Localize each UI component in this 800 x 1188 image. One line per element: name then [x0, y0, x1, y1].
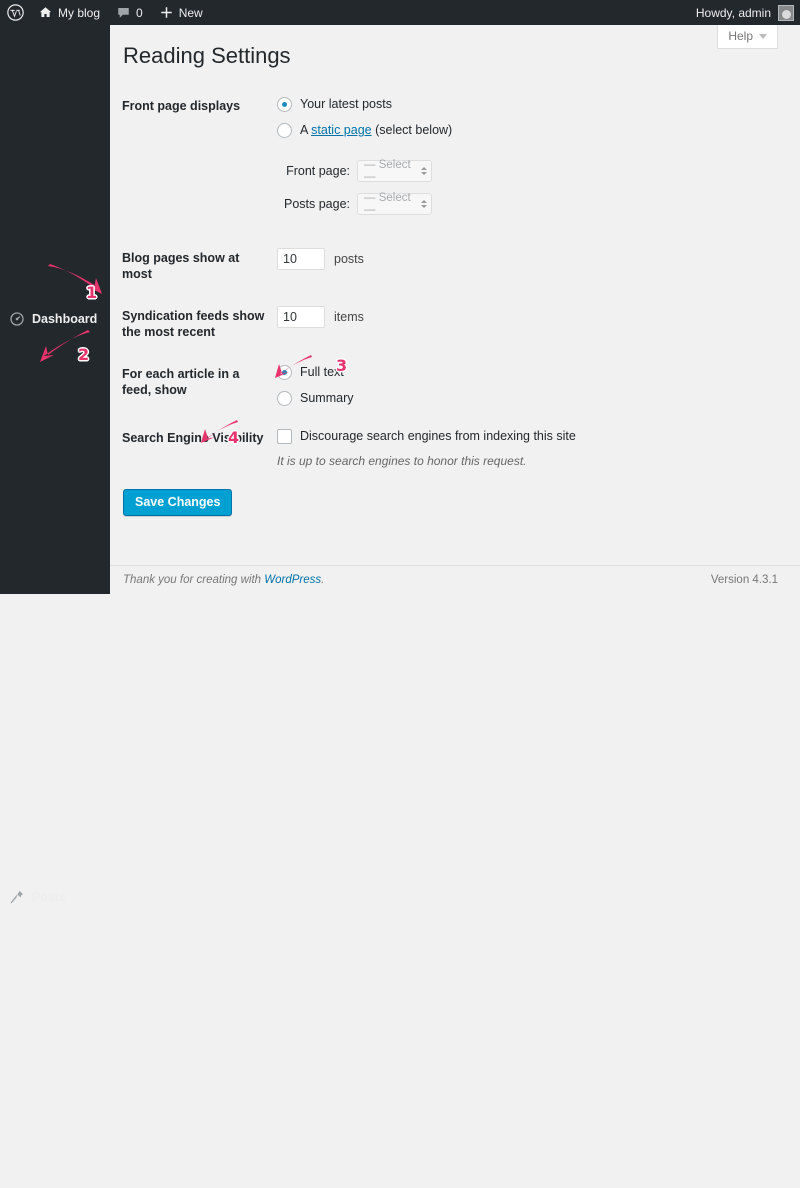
sidebar-item-media[interactable]: Media: [0, 1181, 110, 1188]
radio-option-summary[interactable]: Summary: [277, 390, 772, 406]
page-title: Reading Settings: [123, 43, 291, 68]
chevron-down-icon: [759, 33, 767, 39]
items-unit-label: items: [334, 310, 364, 324]
help-tab-wrap: Help: [717, 25, 778, 51]
radio-option-full-text[interactable]: Full text: [277, 364, 772, 380]
front-page-select[interactable]: — Select —: [357, 159, 432, 183]
pushpin-icon: [9, 889, 25, 905]
search-visibility-description: It is up to search engines to honor this…: [277, 454, 527, 468]
table-row: Syndication feeds show the most recent i…: [122, 295, 782, 353]
help-tab-button[interactable]: Help: [717, 25, 778, 49]
syndication-field-cell: items: [277, 295, 782, 353]
wordpress-link[interactable]: WordPress: [264, 574, 321, 586]
select-arrows-icon: [421, 200, 427, 208]
posts-unit-label: posts: [334, 252, 364, 266]
site-name-menu[interactable]: My blog: [30, 0, 108, 25]
annotation-arrow-3: [275, 355, 312, 378]
dashboard-gauge-icon: [9, 311, 25, 327]
annotation-number-4: 4: [228, 428, 240, 447]
discourage-search-engines-row[interactable]: Discourage search engines from indexing …: [277, 428, 772, 445]
posts-page-select[interactable]: — Select —: [357, 192, 432, 216]
syndication-feeds-label: Syndication feeds show the most recent: [122, 309, 265, 339]
reading-settings-form: Front page displays Your latest posts A …: [110, 85, 800, 516]
posts-page-select-label: Posts page:: [283, 197, 350, 211]
new-label: New: [178, 5, 203, 20]
posts-per-rss-input[interactable]: [277, 306, 325, 328]
footer-version: Version 4.3.1: [710, 574, 778, 586]
front-page-displays-options: Your latest posts A static page (select …: [277, 85, 782, 149]
radio-static-page-input[interactable]: [277, 122, 292, 138]
admin-footer: Thank you for creating with WordPress. V…: [110, 565, 800, 594]
sidebar-item-posts[interactable]: Posts: [0, 612, 110, 1181]
table-row: Front page: — Select — Posts page: — Sel…: [122, 149, 782, 237]
annotation-number-2: 2: [78, 345, 90, 364]
empty-label-cell: [122, 149, 277, 237]
sidebar-item-dashboard[interactable]: Dashboard: [0, 34, 110, 603]
sidebar-item-label: Dashboard: [32, 311, 98, 326]
table-row: For each article in a feed, show Full te…: [122, 353, 782, 417]
footer-thanks: Thank you for creating with WordPress.: [123, 574, 324, 586]
admin-bar: My blog 0 New Howdy, admin: [0, 0, 800, 25]
static-prefix: A: [300, 123, 308, 137]
comments-count: 0: [136, 5, 143, 20]
admin-sidebar-menu: Dashboard Posts Media Links Pages Commen…: [0, 25, 110, 904]
posts-per-page-input[interactable]: [277, 248, 325, 270]
static-page-link[interactable]: static page: [311, 123, 371, 137]
front-page-select-label: Front page:: [286, 164, 350, 178]
sidebar-item-label: Posts: [32, 889, 67, 904]
radio-option-static-page[interactable]: A static page (select below): [277, 122, 772, 138]
footer-thanks-prefix: Thank you for creating with: [123, 574, 262, 586]
blog-pages-field-cell: posts: [277, 237, 782, 295]
help-tab-label: Help: [728, 29, 753, 43]
radio-summary-label: Summary: [300, 391, 354, 405]
discourage-search-engines-checkbox[interactable]: [277, 429, 292, 444]
front-page-select-value: — Select —: [364, 159, 411, 183]
my-account-menu[interactable]: Howdy, admin: [696, 0, 800, 25]
radio-latest-posts-label: Your latest posts: [300, 97, 392, 111]
feed-article-options: Full text Summary: [277, 353, 782, 417]
static-suffix: (select below): [375, 123, 453, 137]
wordpress-logo-button[interactable]: [0, 0, 30, 25]
static-page-selects: Front page: — Select — Posts page: — Sel…: [277, 149, 782, 237]
discourage-search-engines-label: Discourage search engines from indexing …: [300, 429, 576, 443]
submit-wrap: Save Changes: [123, 489, 800, 516]
menu-spacer: [0, 603, 110, 612]
plus-icon: [159, 5, 174, 20]
main-content: Help Reading Settings Front page display…: [110, 25, 800, 594]
search-engine-visibility-cell: Discourage search engines from indexing …: [277, 417, 782, 480]
posts-page-select-value: — Select —: [364, 192, 411, 216]
annotation-number-3: 3: [336, 356, 348, 375]
comment-bubble-icon: [116, 5, 131, 20]
annotation-number-1: 1: [86, 283, 98, 302]
front-page-select-row: Front page: — Select —: [277, 159, 432, 183]
save-changes-button[interactable]: Save Changes: [123, 489, 233, 516]
radio-summary-input[interactable]: [277, 390, 292, 406]
radio-latest-posts-input[interactable]: [277, 96, 292, 112]
table-row: Blog pages show at most posts: [122, 237, 782, 295]
posts-page-select-row: Posts page: — Select —: [277, 192, 432, 216]
new-content-menu[interactable]: New: [151, 0, 211, 25]
radio-static-page-label: A static page (select below): [300, 122, 452, 138]
wordpress-logo-icon: [7, 4, 24, 21]
blog-pages-label: Blog pages show at most: [122, 251, 240, 281]
feed-article-label: For each article in a feed, show: [122, 367, 240, 397]
home-icon: [38, 5, 53, 20]
select-arrows-icon: [421, 167, 427, 175]
footer-thanks-suffix: .: [321, 574, 325, 586]
table-row: Front page displays Your latest posts A …: [122, 85, 782, 149]
menu-spacer: [0, 25, 110, 34]
howdy-label: Howdy, admin: [695, 5, 771, 20]
front-page-displays-label: Front page displays: [122, 99, 241, 113]
comments-bubble-button[interactable]: 0: [108, 0, 151, 25]
avatar: [778, 4, 794, 21]
radio-option-latest-posts[interactable]: Your latest posts: [277, 96, 772, 112]
site-name-label: My blog: [58, 5, 101, 20]
